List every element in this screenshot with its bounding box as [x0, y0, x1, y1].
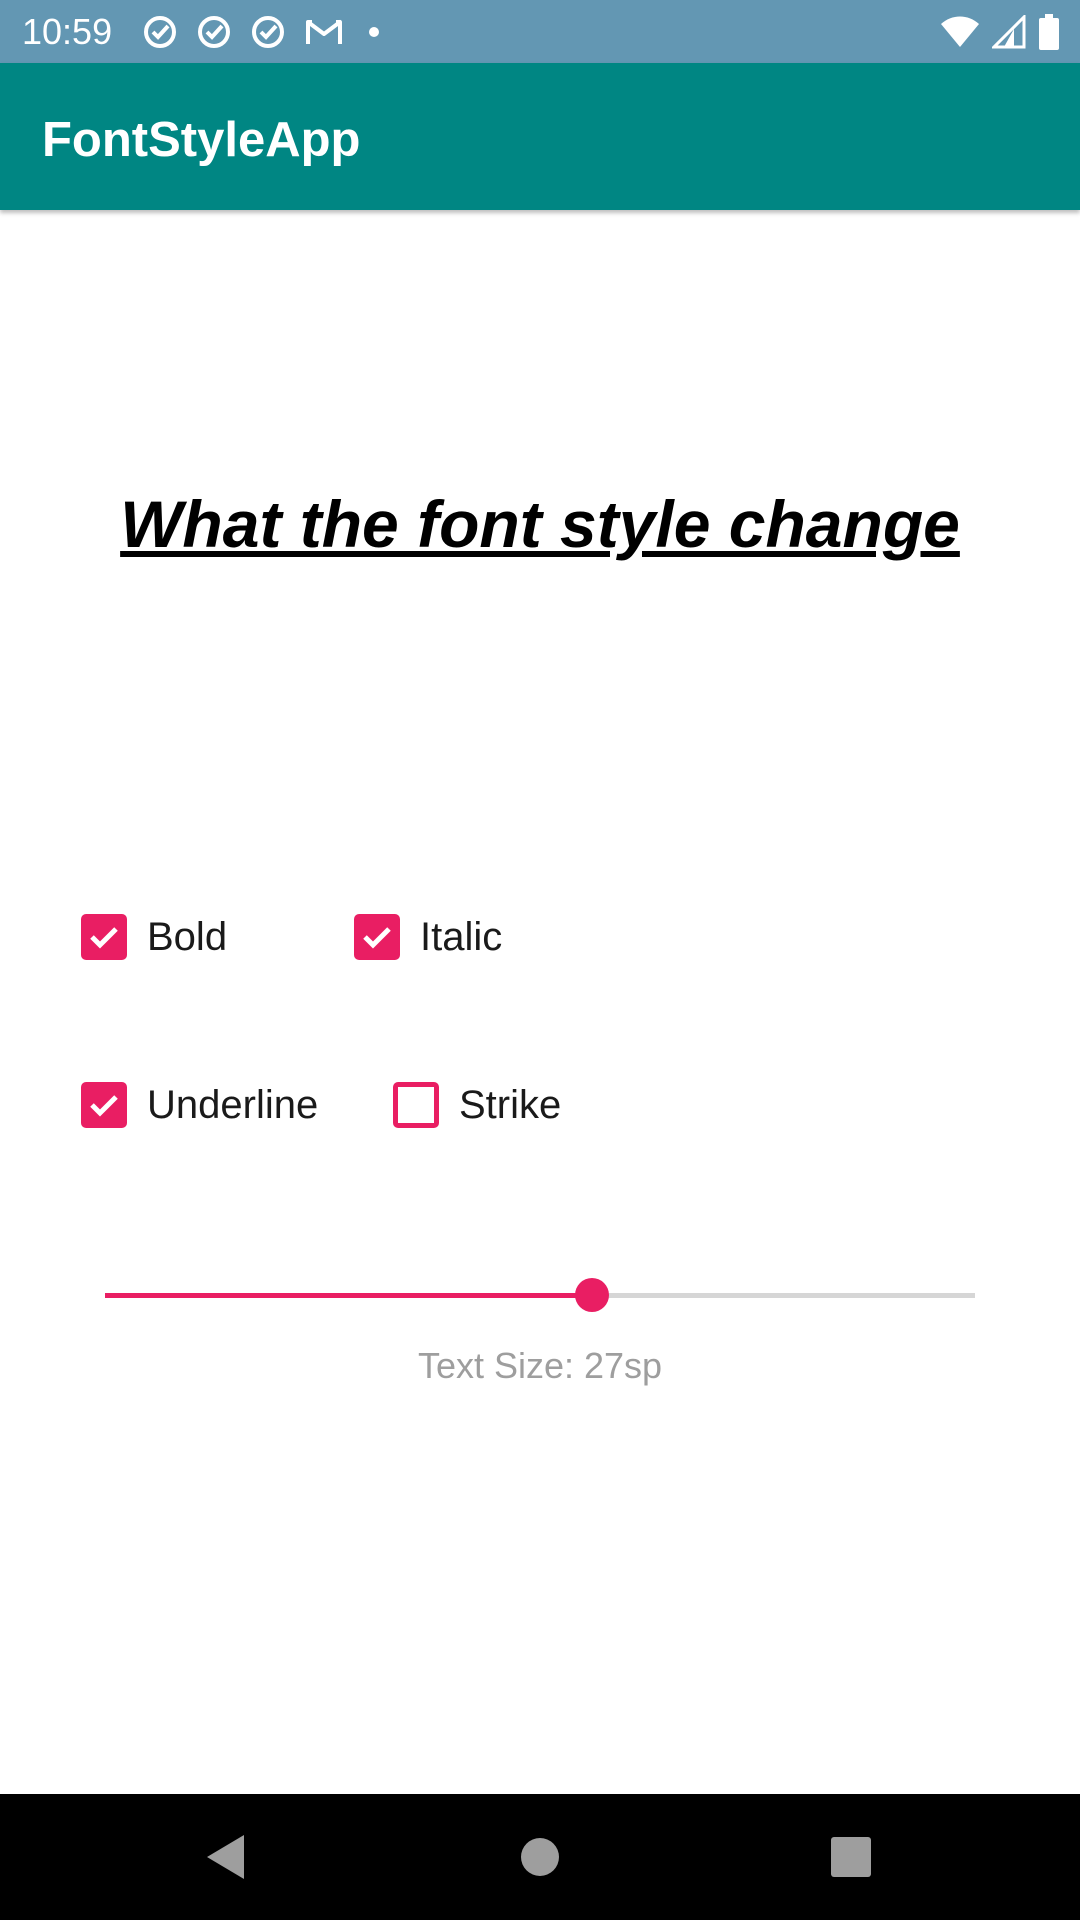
preview-text: What the font style change — [120, 487, 960, 561]
app-bar: FontStyleApp — [0, 63, 1080, 210]
strike-checkbox-box[interactable] — [393, 1082, 439, 1128]
check-circle-icon — [144, 16, 176, 48]
gmail-icon — [306, 20, 342, 44]
wifi-icon — [941, 16, 979, 47]
status-bar: 10:59 — [0, 0, 1080, 63]
italic-label: Italic — [420, 915, 503, 959]
dot-icon — [369, 27, 379, 37]
underline-checkbox-box[interactable] — [81, 1082, 127, 1128]
strike-label: Strike — [459, 1083, 562, 1127]
check-icon — [90, 927, 118, 949]
back-icon[interactable] — [204, 1832, 248, 1882]
strike-checkbox[interactable]: Strike — [393, 1081, 561, 1129]
signal-icon — [992, 15, 1026, 49]
bold-checkbox[interactable]: Bold — [81, 913, 227, 961]
status-time: 10:59 — [22, 11, 113, 52]
slider-track-fill — [105, 1293, 593, 1298]
italic-checkbox[interactable]: Italic — [354, 913, 502, 961]
check-circle-icon — [198, 16, 230, 48]
check-icon — [90, 1095, 118, 1117]
text-size-label: Text Size: 27sp — [417, 1345, 663, 1386]
home-icon[interactable] — [519, 1832, 561, 1882]
app-title: FontStyleApp — [42, 113, 361, 167]
system-icons — [940, 12, 1060, 52]
notification-icons — [142, 12, 386, 52]
slider-thumb[interactable] — [575, 1278, 610, 1312]
bold-checkbox-box[interactable] — [81, 914, 127, 960]
check-circle-icon — [252, 16, 284, 48]
italic-checkbox-box[interactable] — [354, 914, 400, 960]
text-size-slider[interactable] — [105, 1276, 975, 1316]
underline-label: Underline — [147, 1083, 319, 1127]
battery-icon — [1039, 14, 1059, 50]
navigation-bar — [0, 1794, 1080, 1920]
underline-checkbox[interactable]: Underline — [81, 1081, 318, 1129]
check-icon — [363, 927, 391, 949]
recents-icon[interactable] — [830, 1832, 872, 1882]
bold-label: Bold — [147, 915, 228, 959]
